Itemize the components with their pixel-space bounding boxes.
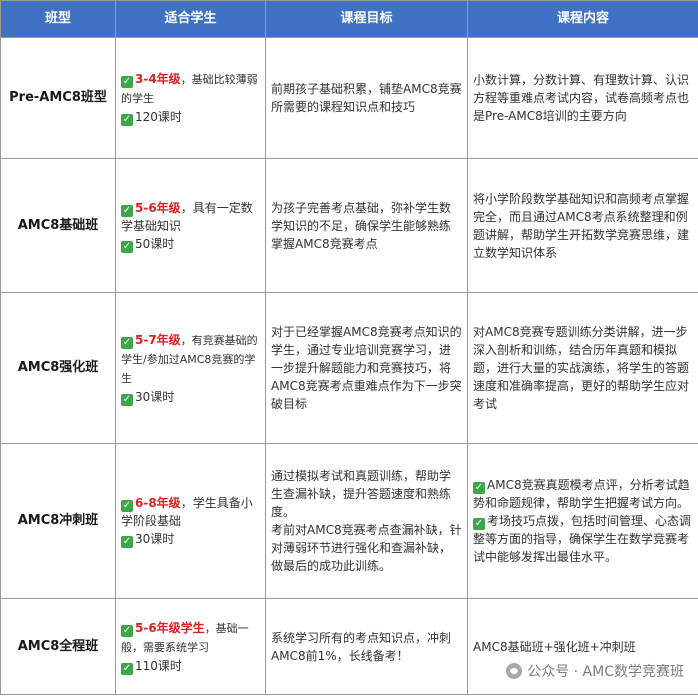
class-type-cell: AMC8冲刺班 (0, 443, 116, 599)
goal-paragraph: 考前对AMC8竞赛考点查漏补缺，针对薄弱环节进行强化和查漏补缺，做最后的成功此训… (271, 523, 462, 573)
goal-cell: 为孩子完善考点基础，弥补学生数学知识的不足，确保学生能够熟练掌握AMC8竞赛考点 (265, 158, 468, 293)
check-mark-icon: ✓ (121, 536, 133, 548)
check-mark-icon: ✓ (121, 240, 133, 253)
table-row: AMC8冲刺班 ✓ 6-8年级，学生具备小学阶段基础 ✓ 30课时 通过模拟考试和真… (0, 443, 698, 599)
check-mark-icon: ✓ (121, 204, 133, 217)
table-row: AMC8基础班 ✓ 5-6年级，具有一定数学基础知识 ✓ 50课时 为孩子完善考点基… (0, 158, 698, 293)
course-hours: 120课时 (135, 110, 182, 124)
suitable-cell: ✓ 6-8年级，学生具备小学阶段基础 ✓ 30课时 (115, 443, 266, 599)
check-mark-icon: ✓ (121, 393, 133, 406)
check-mark-icon: ✓ (121, 662, 133, 675)
course-hours: 30课时 (135, 389, 175, 404)
wechat-icon (506, 663, 523, 679)
grade-range: 3-4年级 (135, 72, 181, 86)
class-type-cell: AMC8基础班 (0, 158, 116, 293)
goal-cell: 通过模拟考试和真题训练，帮助学生查漏补缺，提升答题速度和熟练度。 考前对AMC8… (265, 443, 468, 599)
content-paragraph: 考场技巧点拨，包括时间管理、心态调整等方面的指导，确保学生在数学竞赛考试中能够发… (473, 514, 692, 564)
content-paragraph: AMC8竞赛真题模考点评，分析考试趋势和命题规律，帮助学生把握考试方向。 (473, 478, 690, 510)
table-row: Pre-AMC8班型 ✓ 3-4年级，基础比较薄弱的学生 ✓ 120课时 前期孩子基… (0, 37, 698, 159)
grade-range: 6-8年级 (135, 496, 181, 510)
check-mark-icon: ✓ (121, 336, 133, 349)
class-type-cell: AMC8强化班 (0, 292, 116, 444)
grade-range: 5-7年级 (135, 332, 181, 347)
goal-paragraph: 通过模拟考试和真题训练，帮助学生查漏补缺，提升答题速度和熟练度。 (271, 469, 452, 519)
check-mark-icon: ✓ (473, 518, 485, 530)
watermark: 公众号 · AMC数学竞赛班 (506, 661, 684, 681)
content-cell: 小数计算，分数计算、有理数计算、认识方程等重难点考试内容，试卷高频考点也是Pre… (467, 37, 698, 159)
content-cell: 将小学阶段数学基础知识和高频考点掌握完全，而且通过AMC8考点系统整理和例题讲解… (467, 158, 698, 293)
table-row: AMC8强化班 ✓ 5-7年级，有竞赛基础的学生/参加过AMC8竞赛的学生 ✓ 30… (0, 292, 698, 444)
suitable-cell: ✓ 5-6年级，具有一定数学基础知识 ✓ 50课时 (115, 158, 266, 293)
goal-cell: 前期孩子基础积累，铺垫AMC8竞赛所需要的课程知识点和技巧 (265, 37, 468, 159)
header-course-goal: 课程目标 (265, 0, 468, 38)
header-course-content: 课程内容 (467, 0, 698, 38)
class-type-cell: Pre-AMC8班型 (0, 37, 116, 159)
content-cell: 对AMC8竞赛专题训练分类讲解，进一步深入剖析和训练，结合历年真题和模拟题，进行… (467, 292, 698, 444)
course-hours: 30课时 (135, 532, 175, 546)
course-hours: 110课时 (135, 658, 182, 673)
header-class-type: 班型 (0, 0, 116, 38)
grade-range: 5-6年级 (135, 200, 181, 215)
check-mark-icon: ✓ (121, 114, 133, 126)
check-mark-icon: ✓ (121, 624, 133, 637)
check-mark-icon: ✓ (121, 76, 133, 88)
class-type-cell: AMC8全程班 (0, 598, 116, 695)
header-suitable-students: 适合学生 (115, 0, 266, 38)
header-row: 班型 适合学生 课程目标 课程内容 (0, 0, 698, 38)
suitable-cell: ✓ 5-6年级学生，基础一般，需要系统学习 ✓ 110课时 (115, 598, 266, 695)
content-cell: ✓ AMC8竞赛真题模考点评，分析考试趋势和命题规律，帮助学生把握考试方向。 ✓ 考… (467, 443, 698, 599)
suitable-cell: ✓ 3-4年级，基础比较薄弱的学生 ✓ 120课时 (115, 37, 266, 159)
suitable-cell: ✓ 5-7年级，有竞赛基础的学生/参加过AMC8竞赛的学生 ✓ 30课时 (115, 292, 266, 444)
check-mark-icon: ✓ (473, 482, 485, 494)
course-table: 班型 适合学生 课程目标 课程内容 Pre-AMC8班型 ✓ 3-4年级，基础比较… (0, 0, 698, 695)
goal-cell: 对于已经掌握AMC8竞赛考点知识的学生，通过专业培训竞赛学习，进一步提升解题能力… (265, 292, 468, 444)
course-hours: 50课时 (135, 236, 175, 251)
check-mark-icon: ✓ (121, 500, 133, 512)
grade-range: 5-6年级学生 (135, 620, 205, 635)
goal-cell: 系统学习所有的考点知识点，冲刺AMC8前1%，长线备考！ (265, 598, 468, 695)
watermark-text: 公众号 · AMC数学竞赛班 (527, 664, 684, 680)
